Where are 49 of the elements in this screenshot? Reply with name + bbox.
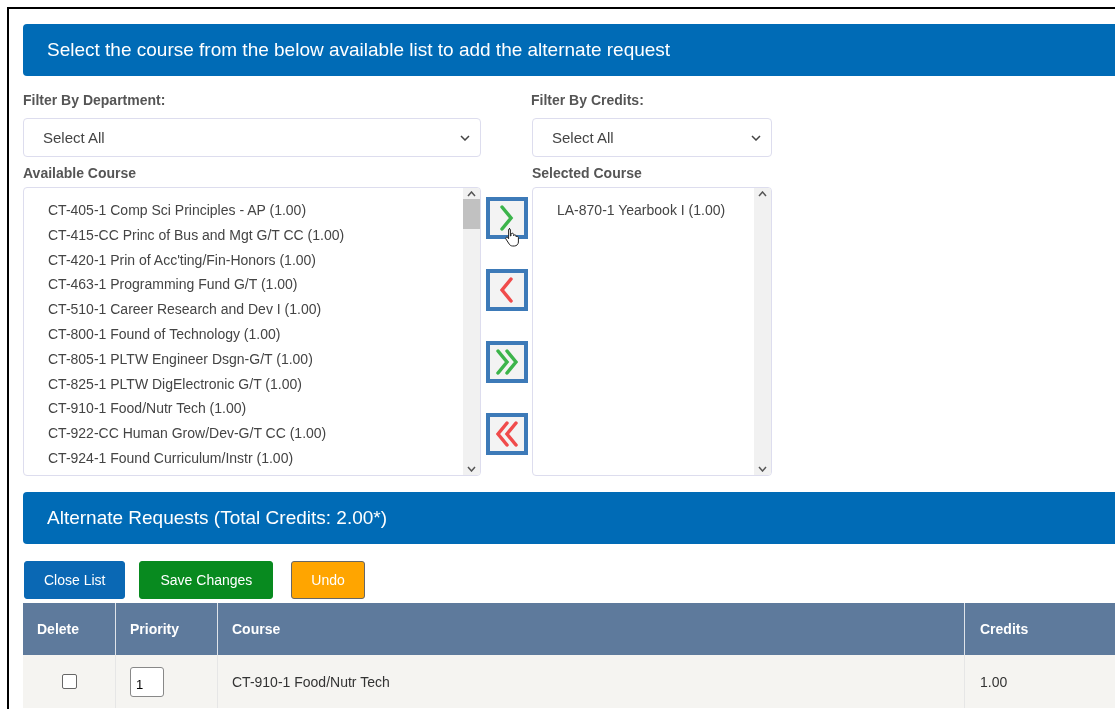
- scroll-down-icon[interactable]: [467, 466, 476, 472]
- move-button[interactable]: [485, 341, 528, 383]
- scrollbar[interactable]: [463, 188, 480, 475]
- column-header: Course: [217, 603, 964, 655]
- double-chevron-left-icon: [495, 421, 518, 447]
- selected-course-list[interactable]: LA-870-1 Yearbook I (1.00): [532, 187, 772, 476]
- credits-select[interactable]: Select All: [532, 118, 772, 157]
- save-changes-button[interactable]: Save Changes: [139, 561, 274, 599]
- section-title: Select the course from the below available list to add the alternate request: [47, 39, 671, 61]
- course-option[interactable]: CT-805-1 PLTW Engineer Dsgn-G/T (1.00): [48, 346, 463, 372]
- course-option[interactable]: CT-405-1 Comp Sci Principles - AP (1.00): [48, 198, 463, 223]
- department-select[interactable]: Select All: [23, 118, 481, 157]
- double-chevron-right-icon: [495, 349, 518, 375]
- caret-icon: [751, 134, 761, 141]
- column-header: Delete: [23, 603, 115, 655]
- course-option[interactable]: CT-800-1 Found of Technology (1.00): [48, 322, 463, 347]
- filter-label: Filter By Credits:: [531, 92, 645, 108]
- move-button[interactable]: [485, 269, 528, 311]
- hand-cursor-icon: [503, 227, 520, 247]
- course-option[interactable]: CT-415-CC Princ of Bus and Mgt G/T CC (1.00): [48, 222, 463, 248]
- list-label: Selected Course: [532, 165, 643, 181]
- course-option[interactable]: CT-924-1 Found Curriculum/Instr (1.00): [48, 445, 463, 471]
- course-option[interactable]: CT-463-1 Programming Fund G/T (1.00): [48, 272, 463, 298]
- column-header: Credits: [964, 603, 1115, 655]
- scroll-up-icon[interactable]: [467, 191, 476, 197]
- table-cell: CT-910-1 Food/Nutr Tech: [217, 655, 964, 708]
- column-header: Priority: [115, 603, 217, 655]
- section-title: Alternate Requests (Total Credits: 2.00*): [47, 507, 388, 529]
- course-option[interactable]: CT-922-CC Human Grow/Dev-G/T CC (1.00): [48, 421, 463, 446]
- course-option[interactable]: CT-420-1 Prin of Acc'ting/Fin-Honors (1.00): [48, 247, 463, 273]
- course-option[interactable]: CT-825-1 PLTW DigElectronic G/T (1.00): [48, 371, 463, 397]
- filter-label: Filter By Department:: [23, 92, 167, 108]
- scroll-down-icon[interactable]: [758, 466, 767, 472]
- available-course-list[interactable]: [23, 187, 481, 476]
- table-cell: 1.00: [964, 655, 1115, 708]
- chevron-right-icon: [499, 205, 514, 231]
- priority-input[interactable]: 1: [130, 666, 164, 697]
- close-list-button[interactable]: Close List: [24, 561, 126, 599]
- scrollbar-thumb[interactable]: [463, 199, 480, 229]
- scrollbar[interactable]: [754, 188, 771, 475]
- course-option[interactable]: CT-910-1 Food/Nutr Tech (1.00): [48, 396, 463, 422]
- scroll-up-icon[interactable]: [758, 191, 767, 197]
- chevron-left-icon: [499, 277, 514, 303]
- move-button[interactable]: [485, 413, 528, 455]
- delete-checkbox[interactable]: [61, 674, 77, 689]
- course-option[interactable]: CT-510-1 Career Research and Dev I (1.00): [48, 297, 463, 322]
- caret-icon: [460, 134, 470, 141]
- course-option[interactable]: LA-870-1 Yearbook I (1.00): [557, 198, 754, 223]
- list-label: Available Course: [23, 165, 138, 181]
